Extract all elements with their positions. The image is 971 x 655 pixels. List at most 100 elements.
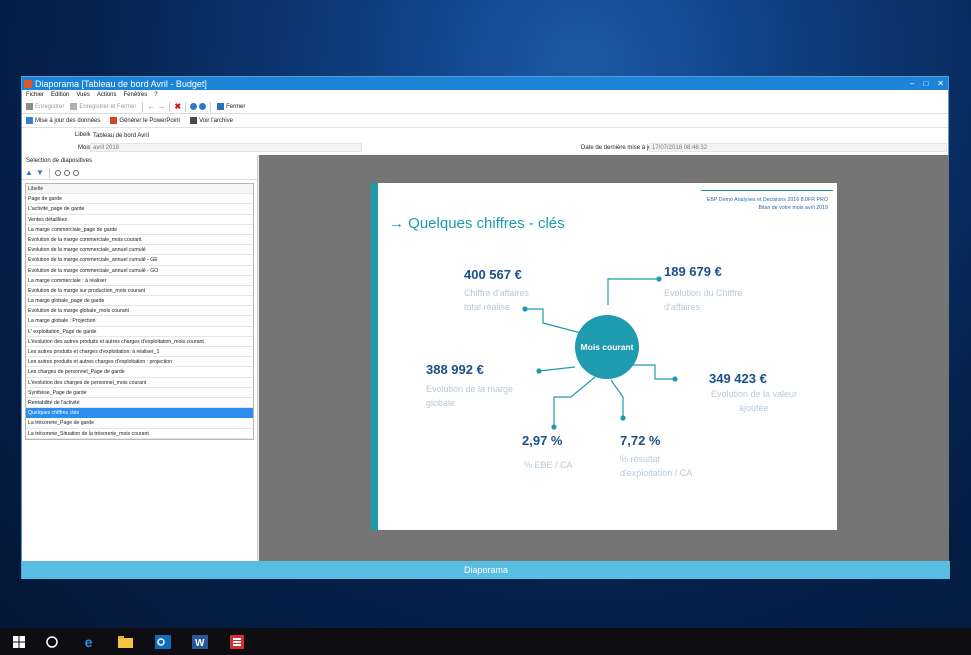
slide-list-item[interactable]: La marge commerciale_page de garde: [26, 225, 253, 235]
slide-list-item[interactable]: Evolution de la marge commerciale_annuel…: [26, 266, 253, 276]
file-explorer-icon[interactable]: [117, 633, 134, 650]
windows-start-icon[interactable]: [10, 633, 27, 650]
dot-rex: [620, 415, 626, 421]
kpi-ebe-label1: % EBE / CA: [524, 460, 573, 470]
slide-list-item[interactable]: Rentabilité de l'activité: [26, 398, 253, 409]
word-icon[interactable]: W: [191, 633, 208, 650]
next-icon[interactable]: [199, 103, 207, 110]
slide-list-item[interactable]: Les autres produits et charges d'exploit…: [26, 347, 253, 358]
outlook-icon[interactable]: [154, 633, 171, 650]
generate-ppt-button[interactable]: Générer le PowerPoint: [108, 117, 182, 124]
cortana-icon[interactable]: [43, 633, 60, 650]
ebp-app-icon[interactable]: [228, 633, 245, 650]
ppt-label: Générer le PowerPoint: [119, 117, 181, 124]
title-bar[interactable]: Diaporama [Tableau de bord Avril - Budge…: [22, 77, 948, 90]
slide-list-item[interactable]: L' exploitation_Page de garde: [26, 327, 253, 337]
mois-field[interactable]: avril 2018: [90, 143, 362, 152]
connector-ca: [525, 308, 582, 334]
move-up-icon[interactable]: ▲: [25, 169, 33, 177]
slide-list-item[interactable]: Evolution de la marge commerciale_mois c…: [26, 235, 253, 246]
slide-list-item[interactable]: Page de garde: [26, 194, 253, 205]
status-bar: Diaporama: [22, 561, 950, 579]
save-close-button[interactable]: Enregistrer et Fermer: [68, 103, 138, 110]
archive-label: Voir l'archive: [199, 117, 233, 124]
menu-edition[interactable]: Edition: [51, 92, 69, 98]
fermer-button[interactable]: Fermer: [215, 103, 247, 110]
undo-icon[interactable]: ←: [147, 103, 155, 111]
minimize-button[interactable]: –: [910, 77, 914, 90]
slide-list-item[interactable]: Evolution de la marge globale_mois coura…: [26, 306, 253, 317]
update-data-button[interactable]: Mise à jour des données: [24, 117, 102, 124]
dot-ebe: [551, 424, 557, 430]
toolbar-separator: [185, 101, 187, 112]
list-header[interactable]: Libellé: [26, 184, 253, 195]
connector-rex: [610, 379, 624, 418]
slide-list-item[interactable]: Quelques chiffres clés: [26, 408, 253, 419]
close-window-button[interactable]: ✕: [937, 77, 944, 90]
dot-va: [672, 376, 678, 382]
slide-list-item[interactable]: L'évolution des autres produits et autre…: [26, 337, 253, 347]
connector-ebe: [553, 376, 596, 427]
slide-list-item[interactable]: Les charges de personnel_Page de garde: [26, 367, 253, 378]
maximize-button[interactable]: □: [923, 77, 928, 90]
save-icon: [26, 103, 33, 110]
slide-list-item[interactable]: La trésorerie_Situation de la trésorerie…: [26, 429, 253, 439]
archive-icon: [190, 117, 198, 124]
slide-list-item[interactable]: L'évolution des charges de personnel_moi…: [26, 378, 253, 388]
slide-list-item[interactable]: Synthèse_Page de garde: [26, 388, 253, 398]
previous-icon[interactable]: [190, 103, 198, 110]
view-archive-button[interactable]: Voir l'archive: [188, 117, 235, 124]
toolbar-separator: [49, 168, 50, 178]
kpi-va-value: 349 423 €: [709, 371, 767, 386]
menu-fichier[interactable]: Fichier: [26, 92, 44, 98]
kpi-ca-value: 400 567 €: [464, 267, 522, 282]
slide-list-item[interactable]: Evolution de la marge commerciale_annuel…: [26, 255, 253, 266]
actions-toolbar: Mise à jour des données Générer le Power…: [22, 114, 948, 128]
kpi-rex-value: 7,72 %: [620, 433, 661, 448]
menu-vues[interactable]: Vues: [76, 92, 89, 98]
slide-list-item[interactable]: Ventes détaillées: [26, 215, 253, 225]
save-label: Enregistrer: [35, 103, 65, 110]
slide-list-item[interactable]: Les autres produits et autres charges d'…: [26, 357, 253, 368]
zoom-out-icon[interactable]: [73, 170, 79, 176]
slide-list-item[interactable]: La marge globale_page de garde: [26, 296, 253, 307]
slide-list-item[interactable]: La marge globale : Projection: [26, 316, 253, 327]
fields-area: Libellé Tableau de bord Avril Mois avril…: [22, 128, 948, 155]
slide-list-item[interactable]: Evolution de la marge sur production_moi…: [26, 286, 253, 297]
kpi-evol-ca-label2: d'affaires: [664, 302, 701, 312]
redo-icon[interactable]: →: [157, 103, 165, 111]
connector-evol-ca: [607, 278, 659, 305]
dot-ca: [522, 306, 528, 312]
slide-list-item[interactable]: L'activité_page de garde: [26, 204, 253, 215]
fermer-label: Fermer: [226, 103, 246, 110]
slide-list: Libellé Page de garde L'activité_page de …: [25, 183, 254, 440]
date-update-field[interactable]: 17/07/2018 08:46:32: [649, 143, 947, 152]
app-icon: [24, 79, 32, 88]
kpi-rex-label1: % résultat: [620, 454, 661, 464]
zoom-icon[interactable]: [55, 170, 61, 176]
powerpoint-icon: [110, 117, 118, 124]
toolbar-separator: [210, 101, 212, 112]
slide-preview: EBP Demo Analyses et Decisions 2016 8.0F…: [371, 183, 837, 530]
delete-icon[interactable]: ✖: [174, 103, 181, 111]
kpi-rex-label2: d'exploitation / CA: [620, 468, 693, 478]
kpi-marge-label1: Evolution de la marge: [426, 384, 514, 394]
slide-list-item[interactable]: La trésorerie_Page de garde: [26, 418, 253, 429]
fermer-icon: [217, 103, 225, 110]
slide-list-item[interactable]: La marge commerciale : à réaliser: [26, 276, 253, 286]
kpi-marge-value: 388 992 €: [426, 362, 484, 377]
menu-fenetres[interactable]: Fenêtres: [124, 92, 148, 98]
slide-list-item[interactable]: Evolution de la marge commerciale_annuel…: [26, 245, 253, 256]
edge-icon[interactable]: e: [80, 633, 97, 650]
dot-evol-ca: [656, 276, 662, 282]
save-button[interactable]: Enregistrer: [24, 103, 66, 110]
kpi-diagram: Mois courant: [522, 276, 678, 430]
move-down-icon[interactable]: ▼: [36, 169, 44, 177]
menu-help[interactable]: ?: [154, 92, 157, 98]
menu-actions[interactable]: Actions: [97, 92, 117, 98]
zoom-in-icon[interactable]: [64, 170, 70, 176]
libelle-field[interactable]: Tableau de bord Avril: [90, 131, 360, 140]
panel-title: Sélection de diapositives: [26, 158, 93, 164]
window-title: Diaporama [Tableau de bord Avril - Budge…: [35, 78, 207, 89]
connector-marge: [538, 366, 576, 372]
